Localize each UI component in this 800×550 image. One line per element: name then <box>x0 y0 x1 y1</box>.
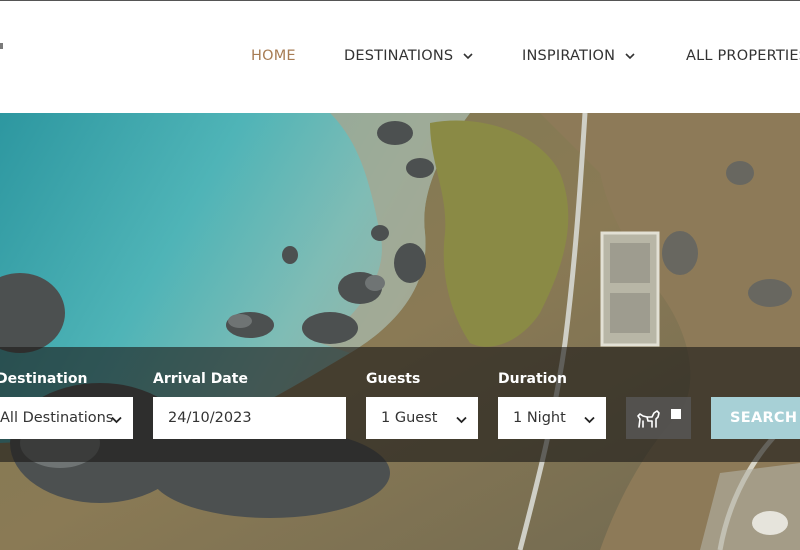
pet-friendly-filter[interactable] <box>626 397 691 439</box>
chevron-down-icon <box>584 412 595 428</box>
nav-item-label: ALL PROPERTIES <box>686 48 800 64</box>
nav-item-all-properties[interactable]: ALL PROPERTIES <box>686 48 800 64</box>
chevron-down-icon <box>456 412 467 428</box>
pet-friendly-checkbox[interactable] <box>671 409 681 419</box>
dog-icon <box>635 405 661 435</box>
arrival-date-input[interactable]: 24/10/2023 <box>153 397 346 439</box>
nav-item-label: DESTINATIONS <box>344 48 454 64</box>
destination-label: Destination <box>0 371 88 387</box>
coastline-aerial-image <box>0 113 800 550</box>
guests-value: 1 Guest <box>381 410 438 426</box>
nav-item-label: INSPIRATION <box>522 48 616 64</box>
guests-select[interactable]: 1 Guest <box>366 397 478 439</box>
chevron-down-icon <box>111 412 122 428</box>
guests-label: Guests <box>366 371 421 387</box>
duration-value: 1 Night <box>513 410 566 426</box>
search-button[interactable]: SEARCH <box>711 397 800 439</box>
duration-select[interactable]: 1 Night <box>498 397 606 439</box>
nav-item-destinations[interactable]: DESTINATIONS <box>344 48 473 64</box>
duration-label: Duration <box>498 371 568 387</box>
destination-select[interactable]: All Destinations <box>0 397 133 439</box>
hero-image: Destination All Destinations Arrival Dat… <box>0 113 800 550</box>
nav-item-home[interactable]: HOME <box>251 48 296 64</box>
booking-search-bar: Destination All Destinations Arrival Dat… <box>0 347 800 462</box>
arrival-date-value: 24/10/2023 <box>168 410 252 426</box>
nav-item-label: HOME <box>251 48 296 64</box>
main-nav: HOME DESTINATIONS INSPIRATION ALL PROPER… <box>0 48 800 70</box>
nav-item-inspiration[interactable]: INSPIRATION <box>522 48 635 64</box>
site-header: HOME DESTINATIONS INSPIRATION ALL PROPER… <box>0 0 800 113</box>
arrival-date-label: Arrival Date <box>153 371 248 387</box>
chevron-down-icon <box>463 52 473 60</box>
destination-value: All Destinations <box>0 410 114 426</box>
chevron-down-icon <box>625 52 635 60</box>
